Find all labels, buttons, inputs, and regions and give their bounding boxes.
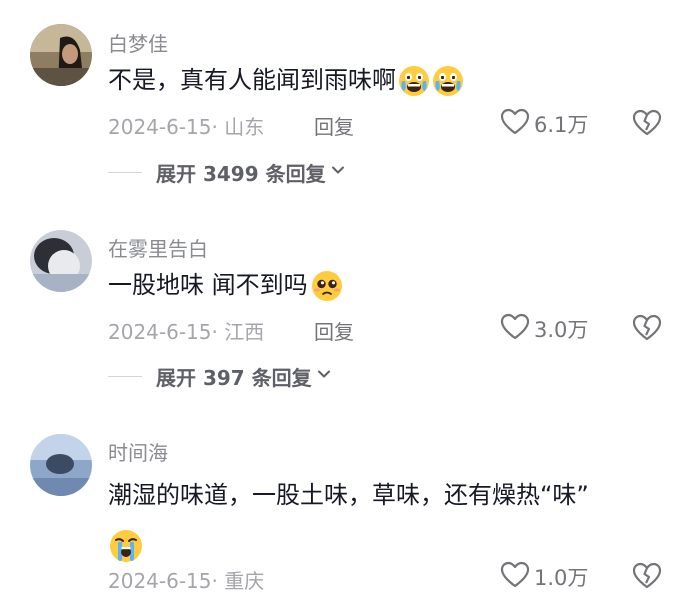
reply-button[interactable]: 回复: [314, 111, 354, 140]
chevron-down-icon: [316, 366, 332, 386]
like-count: 1.0万: [534, 566, 589, 590]
dislike-button[interactable]: [632, 314, 662, 344]
dislike-button[interactable]: [632, 562, 662, 592]
comment-date-location: 2024-6-15· 山东: [108, 115, 265, 139]
expand-divider: [108, 171, 142, 173]
pleading-face-icon: [310, 269, 344, 303]
comment-text-block: 潮湿的味道，一股土味，草味，还有燥热“味”: [108, 470, 648, 570]
comment-text: 不是，真有人能闻到雨味啊: [108, 66, 396, 94]
like-button[interactable]: 3.0万: [500, 313, 589, 345]
comment-text: 潮湿的味道，一股土味，草味，还有燥热“味”: [108, 481, 589, 509]
comment-username[interactable]: 在雾里告白: [108, 233, 208, 262]
avatar[interactable]: [30, 230, 92, 292]
dislike-button[interactable]: [632, 109, 662, 139]
heart-icon: [500, 561, 530, 593]
reply-button[interactable]: 回复: [314, 316, 354, 345]
comment-username[interactable]: 白梦佳: [108, 28, 168, 57]
avatar[interactable]: [30, 24, 92, 86]
broken-heart-icon: [632, 562, 662, 594]
loudly-crying-face-icon: [108, 528, 144, 564]
expand-replies-button[interactable]: 展开 3499 条回复: [108, 157, 346, 187]
comment-date-location: 2024-6-15· 江西: [108, 320, 265, 344]
like-count: 6.1万: [534, 113, 589, 137]
crying-scared-face-icon: [398, 65, 430, 97]
comment-text: 一股地味 闻不到吗: [108, 271, 308, 299]
expand-replies-button[interactable]: 展开 397 条回复: [108, 361, 332, 391]
expand-replies-label: 展开 3499 条回复: [156, 161, 326, 186]
broken-heart-icon: [632, 109, 662, 141]
like-button[interactable]: 6.1万: [500, 108, 589, 140]
broken-heart-icon: [632, 314, 662, 346]
chevron-down-icon: [330, 162, 346, 182]
crying-scared-face-icon: [432, 65, 464, 97]
comment-date-location: 2024-6-15· 重庆: [108, 569, 265, 593]
comment-text-block: 一股地味 闻不到吗: [108, 263, 648, 307]
heart-icon: [500, 313, 530, 345]
heart-icon: [500, 108, 530, 140]
comment-username[interactable]: 时间海: [108, 437, 168, 466]
avatar[interactable]: [30, 434, 92, 496]
like-button[interactable]: 1.0万: [500, 561, 589, 593]
comment-text-block: 不是，真有人能闻到雨味啊: [108, 58, 648, 102]
expand-divider: [108, 375, 142, 377]
expand-replies-label: 展开 397 条回复: [156, 365, 312, 390]
like-count: 3.0万: [534, 318, 589, 342]
